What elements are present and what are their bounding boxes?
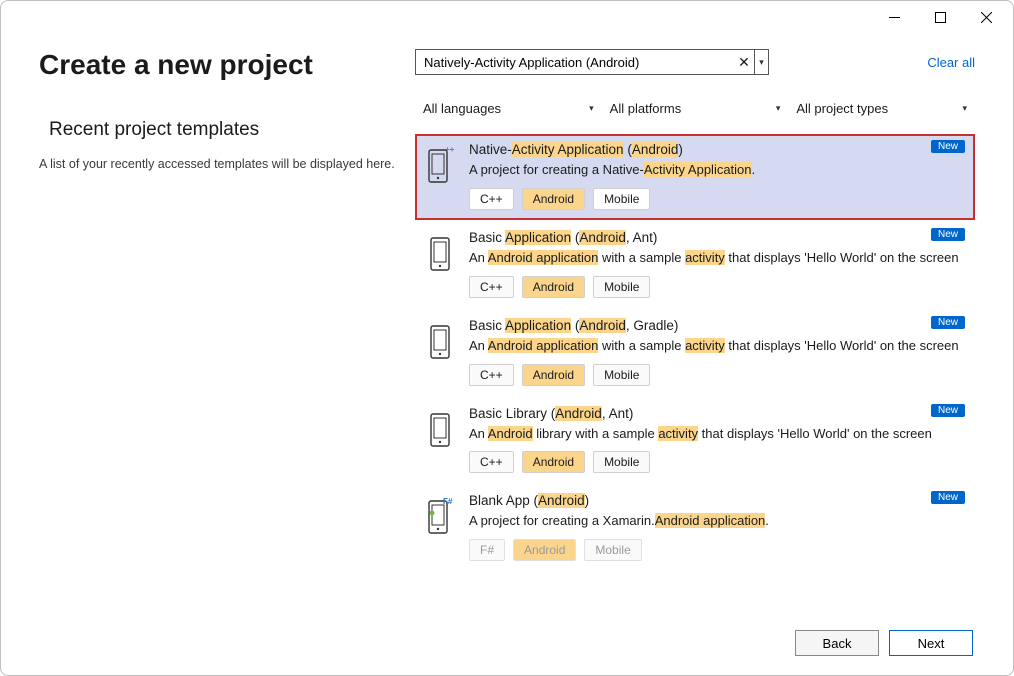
chevron-down-icon: ▾ bbox=[776, 103, 781, 114]
tag: Mobile bbox=[593, 276, 650, 298]
page-title: Create a new project bbox=[39, 49, 399, 81]
svg-text:F#: F# bbox=[443, 497, 453, 506]
content-area: Create a new project Recent project temp… bbox=[1, 33, 1013, 611]
close-button[interactable] bbox=[963, 2, 1009, 32]
clear-search-button[interactable]: ✕ bbox=[734, 50, 754, 74]
filter-project-types-label: All project types bbox=[796, 101, 888, 116]
new-project-dialog: Create a new project Recent project temp… bbox=[0, 0, 1014, 676]
tag: C++ bbox=[469, 364, 514, 386]
next-button[interactable]: Next bbox=[889, 630, 973, 656]
recent-templates-heading: Recent project templates bbox=[39, 119, 399, 141]
maximize-button[interactable] bbox=[917, 2, 963, 32]
back-button[interactable]: Back bbox=[795, 630, 879, 656]
close-icon: ✕ bbox=[738, 54, 750, 71]
template-body: Native-Activity Application (Android) A p… bbox=[469, 142, 965, 210]
search-dropdown-button[interactable]: ▾ bbox=[754, 50, 768, 74]
tag: Mobile bbox=[593, 364, 650, 386]
filter-project-types[interactable]: All project types ▾ bbox=[788, 97, 975, 120]
template-item[interactable]: F# Blank App (Android) A project for creat… bbox=[415, 485, 975, 571]
template-title: Native-Activity Application (Android) bbox=[469, 142, 965, 157]
phone-template-icon bbox=[425, 232, 455, 276]
template-tags: C++ Android Mobile bbox=[469, 451, 965, 473]
tag: Mobile bbox=[593, 451, 650, 473]
template-item[interactable]: ++ Native-Activity Application (Android) A… bbox=[415, 134, 975, 220]
template-description: A project for creating a Xamarin.Android… bbox=[469, 512, 965, 531]
clear-all-link[interactable]: Clear all bbox=[927, 55, 975, 70]
chevron-down-icon: ▾ bbox=[589, 103, 594, 114]
template-description: An Android application with a sample act… bbox=[469, 337, 965, 356]
close-icon bbox=[981, 12, 992, 23]
template-description: An Android library with a sample activit… bbox=[469, 425, 965, 444]
tag: C++ bbox=[469, 188, 514, 210]
phone-template-icon bbox=[425, 320, 455, 364]
filter-platforms-label: All platforms bbox=[610, 101, 682, 116]
titlebar bbox=[1, 1, 1013, 33]
minimize-button[interactable] bbox=[871, 2, 917, 32]
template-tags: F# Android Mobile bbox=[469, 539, 965, 561]
template-title: Basic Application (Android, Gradle) bbox=[469, 318, 965, 333]
template-body: Blank App (Android) A project for creatin… bbox=[469, 493, 965, 561]
tag: Android bbox=[522, 276, 585, 298]
right-column: ✕ ▾ Clear all All languages ▾ All platfo… bbox=[415, 33, 1013, 611]
template-title: Basic Library (Android, Ant) bbox=[469, 406, 965, 421]
template-tags: C++ Android Mobile bbox=[469, 276, 965, 298]
phone-template-icon bbox=[425, 408, 455, 452]
filter-row: All languages ▾ All platforms ▾ All proj… bbox=[415, 97, 975, 120]
new-badge: New bbox=[931, 140, 965, 153]
new-badge: New bbox=[931, 228, 965, 241]
template-list: ++ Native-Activity Application (Android) A… bbox=[415, 134, 975, 611]
tag: Android bbox=[522, 188, 585, 210]
maximize-icon bbox=[935, 12, 946, 23]
template-body: Basic Application (Android, Ant) An Andro… bbox=[469, 230, 965, 298]
template-description: An Android application with a sample act… bbox=[469, 249, 965, 268]
filter-languages[interactable]: All languages ▾ bbox=[415, 97, 602, 120]
tag: Mobile bbox=[593, 188, 650, 210]
left-column: Create a new project Recent project temp… bbox=[39, 33, 415, 611]
minimize-icon bbox=[889, 12, 900, 23]
template-title: Blank App (Android) bbox=[469, 493, 965, 508]
svg-text:++: ++ bbox=[445, 145, 455, 154]
tag: F# bbox=[469, 539, 505, 561]
template-description: A project for creating a Native-Activity… bbox=[469, 161, 965, 180]
template-title: Basic Application (Android, Ant) bbox=[469, 230, 965, 245]
template-item[interactable]: Basic Library (Android, Ant) An Android l… bbox=[415, 398, 975, 484]
tag: C++ bbox=[469, 451, 514, 473]
search-field-wrapper: ✕ ▾ bbox=[415, 49, 769, 75]
template-item[interactable]: Basic Application (Android, Gradle) An An… bbox=[415, 310, 975, 396]
template-body: Basic Library (Android, Ant) An Android l… bbox=[469, 406, 965, 474]
filter-platforms[interactable]: All platforms ▾ bbox=[602, 97, 789, 120]
new-badge: New bbox=[931, 491, 965, 504]
template-tags: C++ Android Mobile bbox=[469, 364, 965, 386]
search-input[interactable] bbox=[416, 50, 734, 74]
new-badge: New bbox=[931, 316, 965, 329]
new-badge: New bbox=[931, 404, 965, 417]
recent-templates-text: A list of your recently accessed templat… bbox=[39, 155, 399, 173]
cpp-template-icon: ++ bbox=[425, 144, 455, 188]
chevron-down-icon: ▾ bbox=[962, 103, 967, 114]
search-row: ✕ ▾ Clear all bbox=[415, 49, 975, 75]
template-item[interactable]: Basic Application (Android, Ant) An Andro… bbox=[415, 222, 975, 308]
tag: Android bbox=[522, 364, 585, 386]
tag: Android bbox=[522, 451, 585, 473]
tag: Android bbox=[513, 539, 576, 561]
tag: Mobile bbox=[584, 539, 641, 561]
chevron-down-icon: ▾ bbox=[759, 57, 764, 68]
template-tags: C++ Android Mobile bbox=[469, 188, 965, 210]
tag: C++ bbox=[469, 276, 514, 298]
template-body: Basic Application (Android, Gradle) An An… bbox=[469, 318, 965, 386]
fs-template-icon: F# bbox=[425, 495, 455, 539]
footer: Back Next bbox=[1, 611, 1013, 675]
filter-languages-label: All languages bbox=[423, 101, 501, 116]
